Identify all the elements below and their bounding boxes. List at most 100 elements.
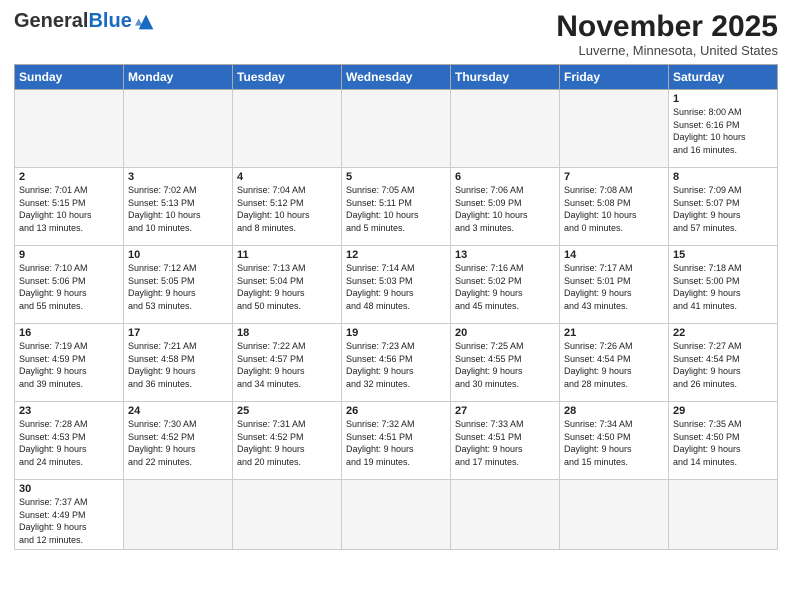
month-title: November 2025 xyxy=(556,10,778,43)
day-number: 4 xyxy=(237,171,337,183)
table-row xyxy=(233,480,342,550)
table-row: 2Sunrise: 7:01 AM Sunset: 5:15 PM Daylig… xyxy=(15,168,124,246)
day-number: 16 xyxy=(19,327,119,339)
day-number: 17 xyxy=(128,327,228,339)
table-row: 25Sunrise: 7:31 AM Sunset: 4:52 PM Dayli… xyxy=(233,402,342,480)
table-row xyxy=(560,90,669,168)
table-row: 7Sunrise: 7:08 AM Sunset: 5:08 PM Daylig… xyxy=(560,168,669,246)
table-row: 3Sunrise: 7:02 AM Sunset: 5:13 PM Daylig… xyxy=(124,168,233,246)
table-row: 10Sunrise: 7:12 AM Sunset: 5:05 PM Dayli… xyxy=(124,246,233,324)
table-row xyxy=(451,90,560,168)
day-info: Sunrise: 7:30 AM Sunset: 4:52 PM Dayligh… xyxy=(128,418,228,468)
day-number: 23 xyxy=(19,405,119,417)
day-number: 19 xyxy=(346,327,446,339)
col-sunday: Sunday xyxy=(15,65,124,90)
table-row: 27Sunrise: 7:33 AM Sunset: 4:51 PM Dayli… xyxy=(451,402,560,480)
day-number: 15 xyxy=(673,249,773,261)
day-info: Sunrise: 7:16 AM Sunset: 5:02 PM Dayligh… xyxy=(455,262,555,312)
day-number: 8 xyxy=(673,171,773,183)
table-row: 24Sunrise: 7:30 AM Sunset: 4:52 PM Dayli… xyxy=(124,402,233,480)
day-number: 12 xyxy=(346,249,446,261)
table-row: 12Sunrise: 7:14 AM Sunset: 5:03 PM Dayli… xyxy=(342,246,451,324)
table-row: 23Sunrise: 7:28 AM Sunset: 4:53 PM Dayli… xyxy=(15,402,124,480)
title-block: November 2025 Luverne, Minnesota, United… xyxy=(556,10,778,58)
table-row xyxy=(342,90,451,168)
calendar-header-row: Sunday Monday Tuesday Wednesday Thursday… xyxy=(15,65,778,90)
day-info: Sunrise: 7:13 AM Sunset: 5:04 PM Dayligh… xyxy=(237,262,337,312)
table-row: 26Sunrise: 7:32 AM Sunset: 4:51 PM Dayli… xyxy=(342,402,451,480)
col-friday: Friday xyxy=(560,65,669,90)
day-info: Sunrise: 7:27 AM Sunset: 4:54 PM Dayligh… xyxy=(673,340,773,390)
day-info: Sunrise: 7:28 AM Sunset: 4:53 PM Dayligh… xyxy=(19,418,119,468)
table-row: 16Sunrise: 7:19 AM Sunset: 4:59 PM Dayli… xyxy=(15,324,124,402)
col-tuesday: Tuesday xyxy=(233,65,342,90)
day-info: Sunrise: 7:22 AM Sunset: 4:57 PM Dayligh… xyxy=(237,340,337,390)
table-row: 30Sunrise: 7:37 AM Sunset: 4:49 PM Dayli… xyxy=(15,480,124,550)
page: General Blue November 2025 Luverne, Minn… xyxy=(0,0,792,612)
table-row: 17Sunrise: 7:21 AM Sunset: 4:58 PM Dayli… xyxy=(124,324,233,402)
logo-blue-text: Blue xyxy=(88,10,131,33)
header: General Blue November 2025 Luverne, Minn… xyxy=(14,10,778,58)
day-info: Sunrise: 7:09 AM Sunset: 5:07 PM Dayligh… xyxy=(673,184,773,234)
table-row: 8Sunrise: 7:09 AM Sunset: 5:07 PM Daylig… xyxy=(669,168,778,246)
day-number: 20 xyxy=(455,327,555,339)
day-info: Sunrise: 8:00 AM Sunset: 6:16 PM Dayligh… xyxy=(673,106,773,156)
day-number: 28 xyxy=(564,405,664,417)
day-info: Sunrise: 7:31 AM Sunset: 4:52 PM Dayligh… xyxy=(237,418,337,468)
table-row: 11Sunrise: 7:13 AM Sunset: 5:04 PM Dayli… xyxy=(233,246,342,324)
col-monday: Monday xyxy=(124,65,233,90)
day-number: 2 xyxy=(19,171,119,183)
day-info: Sunrise: 7:06 AM Sunset: 5:09 PM Dayligh… xyxy=(455,184,555,234)
day-number: 9 xyxy=(19,249,119,261)
day-number: 27 xyxy=(455,405,555,417)
table-row: 1Sunrise: 8:00 AM Sunset: 6:16 PM Daylig… xyxy=(669,90,778,168)
logo-general-text: General xyxy=(14,10,88,33)
logo-icon xyxy=(135,11,157,33)
day-info: Sunrise: 7:23 AM Sunset: 4:56 PM Dayligh… xyxy=(346,340,446,390)
table-row: 28Sunrise: 7:34 AM Sunset: 4:50 PM Dayli… xyxy=(560,402,669,480)
table-row xyxy=(451,480,560,550)
day-info: Sunrise: 7:26 AM Sunset: 4:54 PM Dayligh… xyxy=(564,340,664,390)
table-row xyxy=(233,90,342,168)
day-number: 5 xyxy=(346,171,446,183)
day-number: 14 xyxy=(564,249,664,261)
day-info: Sunrise: 7:33 AM Sunset: 4:51 PM Dayligh… xyxy=(455,418,555,468)
day-number: 29 xyxy=(673,405,773,417)
day-number: 11 xyxy=(237,249,337,261)
day-number: 3 xyxy=(128,171,228,183)
day-number: 7 xyxy=(564,171,664,183)
table-row xyxy=(342,480,451,550)
table-row: 6Sunrise: 7:06 AM Sunset: 5:09 PM Daylig… xyxy=(451,168,560,246)
day-number: 24 xyxy=(128,405,228,417)
day-number: 22 xyxy=(673,327,773,339)
day-number: 1 xyxy=(673,93,773,105)
table-row: 4Sunrise: 7:04 AM Sunset: 5:12 PM Daylig… xyxy=(233,168,342,246)
day-number: 10 xyxy=(128,249,228,261)
calendar: Sunday Monday Tuesday Wednesday Thursday… xyxy=(14,64,778,550)
table-row: 15Sunrise: 7:18 AM Sunset: 5:00 PM Dayli… xyxy=(669,246,778,324)
day-number: 18 xyxy=(237,327,337,339)
day-number: 26 xyxy=(346,405,446,417)
logo: General Blue xyxy=(14,10,157,33)
day-info: Sunrise: 7:34 AM Sunset: 4:50 PM Dayligh… xyxy=(564,418,664,468)
table-row: 5Sunrise: 7:05 AM Sunset: 5:11 PM Daylig… xyxy=(342,168,451,246)
day-info: Sunrise: 7:19 AM Sunset: 4:59 PM Dayligh… xyxy=(19,340,119,390)
day-info: Sunrise: 7:02 AM Sunset: 5:13 PM Dayligh… xyxy=(128,184,228,234)
day-info: Sunrise: 7:08 AM Sunset: 5:08 PM Dayligh… xyxy=(564,184,664,234)
day-info: Sunrise: 7:32 AM Sunset: 4:51 PM Dayligh… xyxy=(346,418,446,468)
table-row: 14Sunrise: 7:17 AM Sunset: 5:01 PM Dayli… xyxy=(560,246,669,324)
day-number: 25 xyxy=(237,405,337,417)
table-row xyxy=(560,480,669,550)
day-info: Sunrise: 7:04 AM Sunset: 5:12 PM Dayligh… xyxy=(237,184,337,234)
table-row: 18Sunrise: 7:22 AM Sunset: 4:57 PM Dayli… xyxy=(233,324,342,402)
day-number: 30 xyxy=(19,483,119,495)
table-row: 13Sunrise: 7:16 AM Sunset: 5:02 PM Dayli… xyxy=(451,246,560,324)
day-info: Sunrise: 7:10 AM Sunset: 5:06 PM Dayligh… xyxy=(19,262,119,312)
location: Luverne, Minnesota, United States xyxy=(556,43,778,58)
col-thursday: Thursday xyxy=(451,65,560,90)
day-number: 6 xyxy=(455,171,555,183)
table-row: 9Sunrise: 7:10 AM Sunset: 5:06 PM Daylig… xyxy=(15,246,124,324)
day-info: Sunrise: 7:12 AM Sunset: 5:05 PM Dayligh… xyxy=(128,262,228,312)
table-row: 21Sunrise: 7:26 AM Sunset: 4:54 PM Dayli… xyxy=(560,324,669,402)
col-saturday: Saturday xyxy=(669,65,778,90)
